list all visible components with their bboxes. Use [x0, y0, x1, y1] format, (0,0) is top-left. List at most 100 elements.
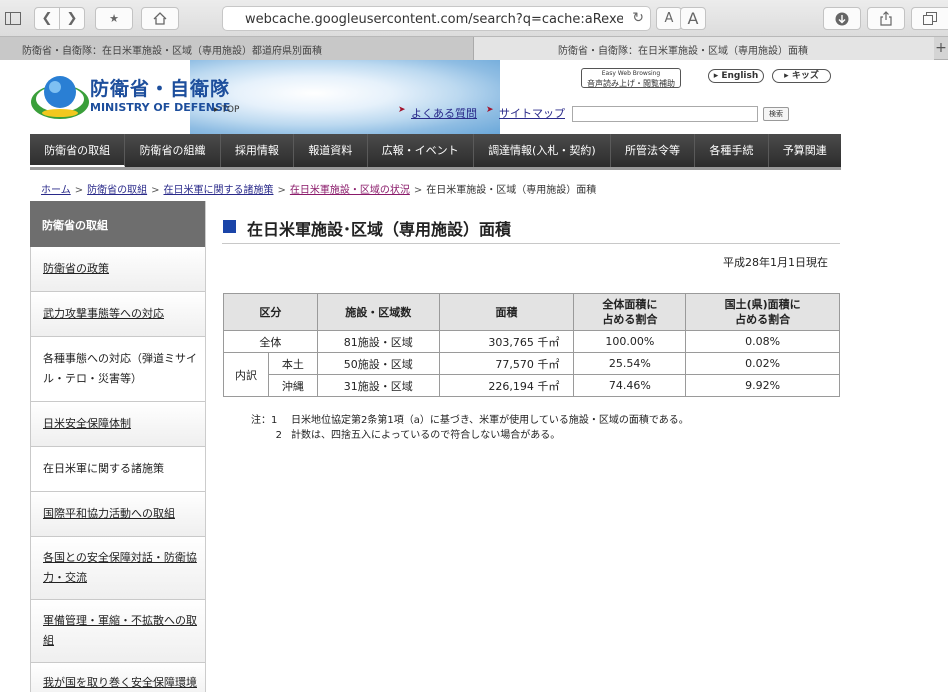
gnav-laws[interactable]: 所管法令等 — [611, 134, 696, 167]
row-label: 本土 — [267, 352, 318, 375]
table-header-row: 区分 施設・区域数 面積 全体面積に 占める割合 国土(県)面積に 占める割合 — [223, 293, 840, 331]
text-larger-button[interactable]: A — [680, 7, 706, 30]
tab-area[interactable]: 防衛省・自衛隊：在日米軍施設・区域（専用施設）面積 — [474, 37, 934, 60]
tabs-icon — [923, 12, 937, 25]
english-button[interactable]: ▸ English — [708, 69, 764, 83]
breadcrumb-usfj-status[interactable]: 在日米軍施設・区域の状況 — [290, 185, 410, 196]
home-button[interactable] — [141, 7, 179, 30]
share-icon — [880, 11, 892, 26]
sidebar-item-security-arrangements[interactable]: 日米安全保障体制 — [30, 402, 205, 447]
gnav-press[interactable]: 報道資料 — [294, 134, 368, 167]
home-icon — [153, 12, 167, 25]
faq-link[interactable]: よくある質問 — [411, 105, 477, 121]
share-button[interactable] — [867, 7, 905, 30]
sidebar-item-security-dialogue[interactable]: 各国との安全保障対話・防衛協力・交流 — [30, 537, 205, 600]
main-content: 在日米軍施設･区域（専用施設）面積 平成28年1月1日現在 区分 施設・区域数 … — [206, 201, 841, 692]
sidebar: 防衛省の取組 防衛省の政策 武力攻撃事態等への対応 各種事態への対応（弾道ミサイ… — [30, 201, 206, 692]
bookmarks-button[interactable]: ★ — [95, 7, 133, 30]
breadcrumb-usfj-measures[interactable]: 在日米軍に関する諸施策 — [163, 185, 273, 196]
breadcrumb-home[interactable]: ホーム — [41, 185, 71, 196]
address-bar[interactable]: webcache.googleusercontent.com/search?q=… — [222, 6, 651, 31]
breadcrumb: ホーム > 防衛省の取組 > 在日米軍に関する諸施策 > 在日米軍施設・区域の状況 > 在日米軍… — [41, 185, 597, 196]
sidebar-item-peace-cooperation[interactable]: 国際平和協力活動への取組 — [30, 492, 205, 537]
kids-button[interactable]: ▸ キッズ — [772, 69, 831, 83]
table-row: 沖縄 31施設・区域 226,194 千㎡ 74.46% 9.92% — [224, 374, 840, 397]
note-item: 2 計数は、四捨五入によっているので符合しない場合がある。 — [275, 430, 561, 441]
site-header: 防衛省・自衛隊 MINISTRY OF DEFENSE ▸ TOP Easy W… — [30, 60, 840, 134]
plus-icon: + — [935, 40, 947, 56]
row-share-land: 0.02% — [685, 352, 840, 375]
header-count: 施設・区域数 — [316, 293, 440, 331]
header-area: 面積 — [438, 293, 575, 331]
sitemap-link[interactable]: サイトマップ — [499, 105, 565, 121]
header-category: 区分 — [223, 293, 318, 331]
sidebar-item-arms-control[interactable]: 軍備管理・軍縮・不拡散への取組 — [30, 600, 205, 663]
tab-bar: 防衛省・自衛隊：在日米軍施設・区域（専用施設）都道府県別面積 防衛省・自衛隊：在… — [0, 37, 948, 60]
row-area: 77,570 千㎡ — [438, 352, 575, 375]
easy-web-browsing-button[interactable]: Easy Web Browsing 音声読み上げ・閲覧補助 — [581, 68, 681, 88]
back-button[interactable]: ❮ — [34, 7, 60, 30]
sidebar-toggle-button[interactable] — [2, 7, 24, 30]
row-label: 全体 — [223, 330, 318, 353]
sitemap-arrow-icon: ➤ — [486, 105, 494, 115]
faq-arrow-icon: ➤ — [398, 105, 406, 115]
new-tab-button[interactable]: + — [934, 37, 948, 60]
url-text: webcache.googleusercontent.com/search?q=… — [245, 12, 623, 27]
sidebar-item-contingencies[interactable]: 各種事態への対応（弾道ミサイル・テロ・災害等） — [30, 337, 205, 402]
breadcrumb-initiatives[interactable]: 防衛省の取組 — [87, 185, 147, 196]
as-of-date: 平成28年1月1日現在 — [723, 256, 828, 269]
row-area: 303,765 千㎡ — [438, 330, 575, 353]
site-search-input[interactable] — [572, 106, 758, 122]
breadcrumb-current: 在日米軍施設・区域（専用施設）面積 — [426, 185, 597, 196]
row-share-total: 25.54% — [573, 352, 687, 375]
table-row: 全体 81施設・区域 303,765 千㎡ 100.00% 0.08% — [223, 330, 840, 353]
site-search-button[interactable]: 検索 — [763, 107, 789, 121]
gnav-budget[interactable]: 予算関連 — [769, 134, 841, 167]
logo-japanese-text[interactable]: 防衛省・自衛隊 — [90, 74, 230, 101]
row-share-total: 74.46% — [573, 374, 687, 397]
header-share-land: 国土(県)面積に 占める割合 — [685, 293, 840, 331]
gnav-procedures[interactable]: 各種手続 — [695, 134, 769, 167]
sidebar-item-policy[interactable]: 防衛省の政策 — [30, 247, 205, 292]
row-share-land: 9.92% — [685, 374, 840, 397]
gnav-pr-events[interactable]: 広報・イベント — [368, 134, 474, 167]
mod-logo-icon[interactable] — [30, 66, 90, 126]
header-banner-image — [190, 60, 500, 134]
notes: 注：1 日米地位協定第2条第1項（a）に基づき、米軍が使用している施設・区域の面… — [251, 413, 689, 443]
top-link[interactable]: ▸ TOP — [214, 105, 239, 115]
page-title: 在日米軍施設･区域（専用施設）面積 — [247, 220, 512, 239]
gnav-initiatives[interactable]: 防衛省の取組 — [30, 134, 126, 167]
text-smaller-button[interactable]: A — [656, 7, 682, 30]
forward-button[interactable]: ❯ — [59, 7, 85, 30]
row-share-land: 0.08% — [685, 330, 840, 353]
star-icon: ★ — [109, 12, 119, 25]
sidebar-item-security-environment[interactable]: 我が国を取り巻く安全保障環境 — [30, 663, 205, 692]
row-breakdown-label: 内訳 — [223, 352, 269, 397]
row-count: 81施設・区域 — [316, 330, 440, 353]
sidebar-item-armed-attack[interactable]: 武力攻撃事態等への対応 — [30, 292, 205, 337]
logo-english-text[interactable]: MINISTRY OF DEFENSE — [90, 101, 230, 114]
sidebar-item-usfj-measures[interactable]: 在日米軍に関する諸施策 — [30, 447, 205, 492]
sidebar-icon — [5, 12, 21, 25]
chevron-left-icon: ❮ — [41, 11, 53, 26]
chevron-right-icon: ❯ — [66, 11, 78, 26]
facility-area-table: 区分 施設・区域数 面積 全体面積に 占める割合 国土(県)面積に 占める割合 … — [223, 293, 840, 397]
downloads-button[interactable] — [823, 7, 861, 30]
tabs-overview-button[interactable] — [911, 7, 948, 30]
row-share-total: 100.00% — [573, 330, 687, 353]
gnav-procurement[interactable]: 調達情報(入札・契約) — [474, 134, 611, 167]
gnav-recruitment[interactable]: 採用情報 — [221, 134, 295, 167]
download-icon — [835, 12, 849, 25]
tab-prefecture-area[interactable]: 防衛省・自衛隊：在日米軍施設・区域（専用施設）都道府県別面積 — [0, 37, 474, 60]
row-label: 沖縄 — [267, 374, 318, 397]
browser-toolbar: ❮ ❯ ★ webcache.googleusercontent.com/sea… — [0, 0, 948, 37]
row-count: 31施設・区域 — [316, 374, 440, 397]
sidebar-heading: 防衛省の取組 — [30, 201, 205, 247]
table-row: 内訳 本土 50施設・区域 77,570 千㎡ 25.54% 0.02% — [223, 352, 840, 397]
title-divider — [222, 243, 840, 244]
title-bullet-icon — [223, 220, 236, 233]
row-count: 50施設・区域 — [316, 352, 440, 375]
gnav-organization[interactable]: 防衛省の組織 — [125, 134, 221, 167]
header-share-total: 全体面積に 占める割合 — [573, 293, 687, 331]
reload-icon[interactable]: ↻ — [632, 10, 644, 26]
